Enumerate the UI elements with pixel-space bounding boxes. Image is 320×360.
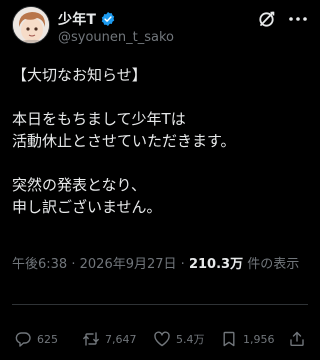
bookmark-icon xyxy=(223,331,235,347)
post-line: 本日をもちまして少年Tは xyxy=(12,110,186,128)
retweet-button[interactable]: 7,647 xyxy=(82,330,137,348)
reply-count: 625 xyxy=(37,332,58,346)
tweet: 少年T @syounen_t_sako 【大切なお知らせ】 本日をもちまして少年… xyxy=(0,0,318,360)
avatar[interactable] xyxy=(12,6,50,44)
author-name-row: 少年T xyxy=(58,9,116,29)
heart-icon xyxy=(154,331,170,347)
post-time[interactable]: 午後6:38 xyxy=(12,257,67,272)
action-bar: 625 7,647 5.4万 1,956 xyxy=(10,330,310,352)
reply-icon xyxy=(15,332,31,347)
share-button[interactable] xyxy=(288,330,306,348)
avatar-illustration-icon xyxy=(13,7,49,43)
post-line: 突然の発表となり、 xyxy=(12,176,146,194)
post-line: 申し訳ございません。 xyxy=(12,198,162,216)
author-display-name[interactable]: 少年T xyxy=(58,9,96,29)
views-count: 210.3万 xyxy=(188,257,244,272)
more-options-icon[interactable] xyxy=(287,9,309,29)
author-handle[interactable]: @syounen_t_sako xyxy=(58,30,174,45)
retweet-icon xyxy=(83,332,99,346)
grok-icon[interactable] xyxy=(257,9,277,29)
views-action-count: 1,956 xyxy=(243,332,275,346)
views-label: 件の表示 xyxy=(247,257,300,272)
share-icon xyxy=(290,331,304,346)
post-line: 活動休止とさせていただきます。 xyxy=(12,132,236,150)
verified-badge-icon xyxy=(101,12,115,26)
post-date[interactable]: 2026年9月27日 xyxy=(80,257,177,272)
like-button[interactable]: 5.4万 xyxy=(153,330,205,348)
meta-separator: · xyxy=(71,257,76,272)
post-line: 【大切なお知らせ】 xyxy=(12,66,147,84)
meta-separator: · xyxy=(180,257,185,272)
post-meta: 午後6:38 · 2026年9月27日 · 210.3万 件の表示 xyxy=(12,255,308,274)
like-count: 5.4万 xyxy=(176,333,205,346)
retweet-count: 7,647 xyxy=(105,332,137,346)
divider xyxy=(12,304,308,305)
post-text: 【大切なお知らせ】 本日をもちまして少年Tは 活動休止とさせていただきます。 突… xyxy=(12,64,308,218)
views-button[interactable]: 1,956 xyxy=(220,330,275,348)
reply-button[interactable]: 625 xyxy=(14,330,58,348)
